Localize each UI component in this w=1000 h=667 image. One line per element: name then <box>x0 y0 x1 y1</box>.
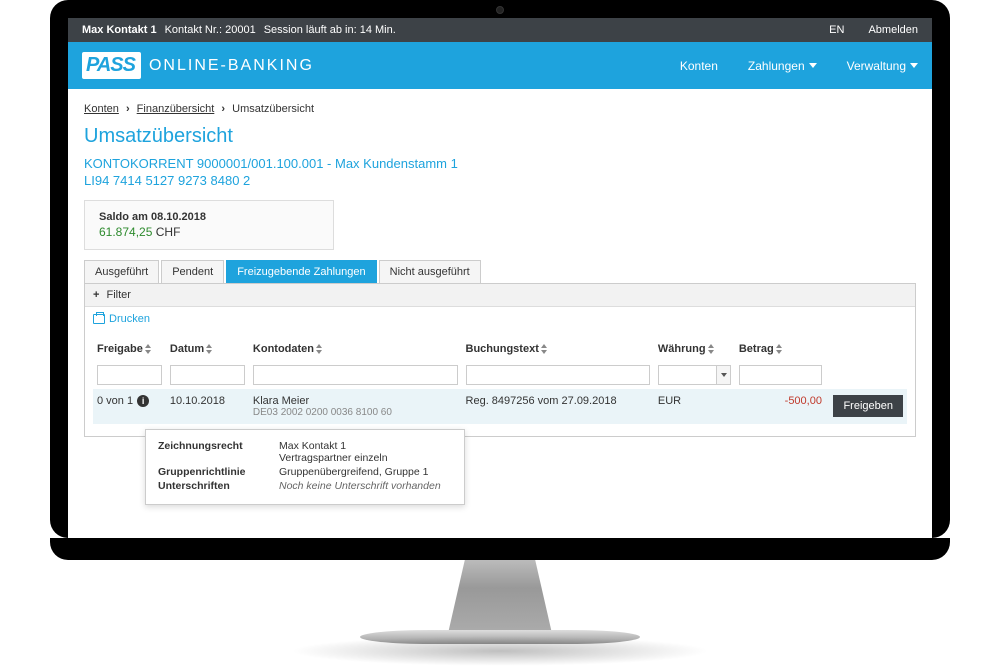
balance-currency: CHF <box>156 225 181 239</box>
filter-input-buchungstext[interactable] <box>466 365 650 385</box>
chevron-down-icon <box>809 63 817 68</box>
page-title: Umsatzübersicht <box>84 125 916 148</box>
logo-mark: PASS <box>82 52 141 79</box>
nav-accounts-label: Konten <box>680 59 718 73</box>
tt-value-signatures: Noch keine Unterschrift vorhanden <box>279 480 452 492</box>
breadcrumb-current: Umsatzübersicht <box>232 103 314 115</box>
filter-input-wahrung[interactable] <box>658 365 717 385</box>
breadcrumb-sep: › <box>126 103 130 115</box>
tabs: Ausgeführt Pendent Freizugebende Zahlung… <box>84 260 916 284</box>
cell-betrag: -500,00 <box>735 389 826 424</box>
approve-button[interactable]: Freigeben <box>833 395 903 417</box>
filter-input-kontodaten[interactable] <box>253 365 458 385</box>
balance-amount: 61.874,25 <box>99 225 152 239</box>
account-description: KONTOKORRENT 9000001/001.100.001 - Max K… <box>84 156 916 171</box>
nav-admin-label: Verwaltung <box>847 59 906 73</box>
tab-notexecuted[interactable]: Nicht ausgeführt <box>379 260 481 283</box>
nav-accounts[interactable]: Konten <box>680 59 718 73</box>
breadcrumb-accounts[interactable]: Konten <box>84 103 119 115</box>
col-header-betrag[interactable]: Betrag <box>735 337 826 359</box>
breadcrumb-sep: › <box>221 103 225 115</box>
filter-input-betrag[interactable] <box>739 365 822 385</box>
tt-value-signing-type: Vertragspartner einzeln <box>279 452 452 464</box>
col-header-freigabe[interactable]: Freigabe <box>93 337 166 359</box>
logo[interactable]: PASS ONLINE-BANKING <box>82 52 314 79</box>
table-row: 0 von 1 i 10.10.2018 Klara Meier DE03 20… <box>93 389 907 424</box>
logout-link[interactable]: Abmelden <box>868 24 918 36</box>
tt-label-policy: Gruppenrichtlinie <box>158 466 263 478</box>
filter-toggle[interactable]: + Filter <box>85 284 915 307</box>
tt-value-signing-name: Max Kontakt 1 <box>279 440 452 452</box>
col-header-kontodaten[interactable]: Kontodaten <box>249 337 462 359</box>
camera-dot <box>496 6 504 14</box>
balance-box: Saldo am 08.10.2018 61.874,25 CHF <box>84 200 334 250</box>
plus-icon: + <box>93 289 99 301</box>
tt-value-policy: Gruppenübergreifend, Gruppe 1 <box>279 466 452 478</box>
signature-tooltip: Zeichnungsrecht Max Kontakt 1 Vertragspa… <box>145 429 465 505</box>
tab-pending[interactable]: Pendent <box>161 260 224 283</box>
tab-executed[interactable]: Ausgeführt <box>84 260 159 283</box>
language-switcher[interactable]: EN <box>829 24 844 36</box>
balance-label: Saldo am 08.10.2018 <box>99 211 319 223</box>
table-filter-row <box>93 359 907 389</box>
breadcrumb: Konten › Finanzübersicht › Umsatzübersic… <box>84 99 916 125</box>
nav-admin[interactable]: Verwaltung <box>847 59 918 73</box>
chevron-down-icon <box>910 63 918 68</box>
account-iban: LI94 7414 5127 9273 8480 2 <box>84 173 916 188</box>
col-header-datum[interactable]: Datum <box>166 337 249 359</box>
printer-icon <box>93 314 105 324</box>
contact-name: Max Kontakt 1 <box>82 24 157 36</box>
info-icon[interactable]: i <box>137 395 149 407</box>
topbar: Max Kontakt 1 Kontakt Nr.: 20001 Session… <box>68 18 932 42</box>
caret-down-icon <box>721 373 727 377</box>
print-link[interactable]: Drucken <box>93 313 150 325</box>
currency-dropdown-button[interactable] <box>716 365 730 385</box>
col-header-buchungstext[interactable]: Buchungstext <box>462 337 654 359</box>
nav-payments-label: Zahlungen <box>748 59 805 73</box>
tt-label-signatures: Unterschriften <box>158 480 263 492</box>
header: PASS ONLINE-BANKING Konten Zahlungen Ver… <box>68 42 932 89</box>
payee-iban: DE03 2002 0200 0036 8100 60 <box>253 407 458 418</box>
tt-label-signing: Zeichnungsrecht <box>158 440 263 464</box>
breadcrumb-finance[interactable]: Finanzübersicht <box>137 103 215 115</box>
tab-approve[interactable]: Freizugebende Zahlungen <box>226 260 376 283</box>
payee-name: Klara Meier <box>253 395 458 407</box>
cell-buchungstext: Reg. 8497256 vom 27.09.2018 <box>462 389 654 424</box>
cell-wahrung: EUR <box>654 389 735 424</box>
filter-input-freigabe[interactable] <box>97 365 162 385</box>
nav-payments[interactable]: Zahlungen <box>748 59 817 73</box>
filter-label: Filter <box>107 289 131 301</box>
logo-text: ONLINE-BANKING <box>149 57 314 75</box>
cell-kontodaten: Klara Meier DE03 2002 0200 0036 8100 60 <box>249 389 462 424</box>
print-label: Drucken <box>109 313 150 325</box>
cell-datum: 10.10.2018 <box>166 389 249 424</box>
col-header-wahrung[interactable]: Währung <box>654 337 735 359</box>
contact-number: Kontakt Nr.: 20001 <box>165 24 256 36</box>
session-timer: Session läuft ab in: 14 Min. <box>264 24 396 36</box>
transactions-table: Freigabe Datum Kontodaten Buchungstext W… <box>93 337 907 424</box>
table-header-row: Freigabe Datum Kontodaten Buchungstext W… <box>93 337 907 359</box>
approval-count: 0 von 1 <box>97 395 133 407</box>
filter-input-datum[interactable] <box>170 365 245 385</box>
